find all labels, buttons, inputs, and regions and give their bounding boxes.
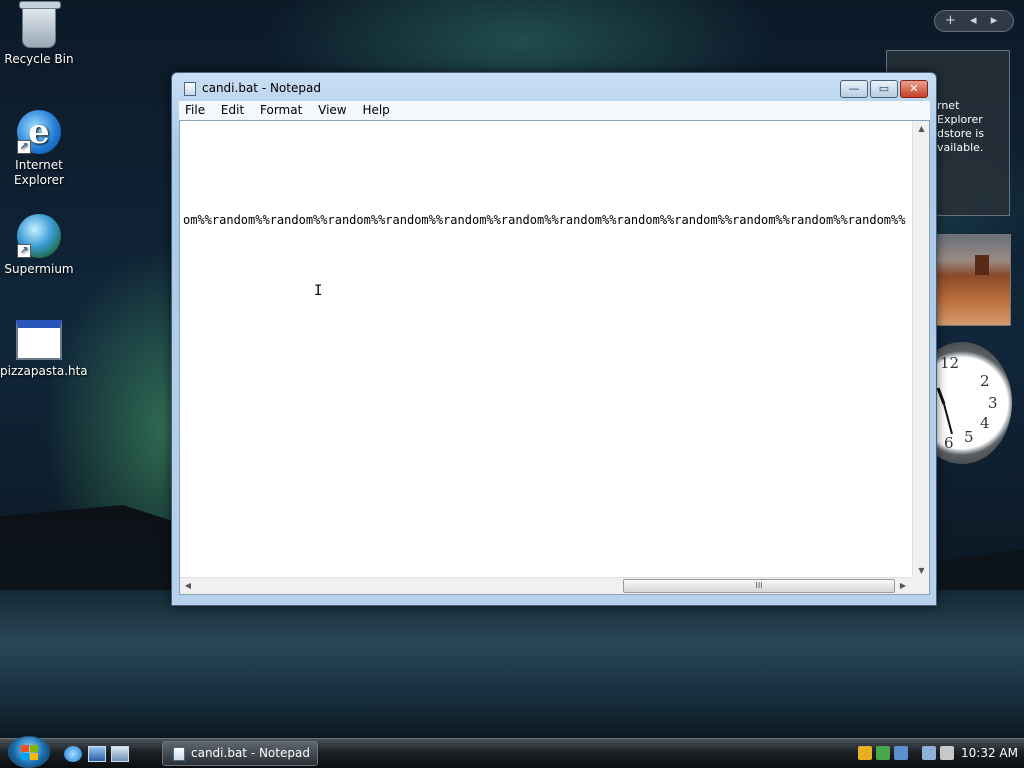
menu-help[interactable]: Help (356, 101, 395, 120)
horizontal-scroll-thumb[interactable]: III (623, 579, 895, 593)
maximize-button[interactable]: ▭ (870, 80, 898, 98)
menu-bar: File Edit Format View Help (179, 101, 930, 120)
scrollbar-corner (912, 577, 929, 594)
editor-text-line: om%%random%%random%%random%%random%%rand… (183, 213, 906, 227)
menu-file[interactable]: File (179, 101, 211, 120)
recycle-bin-icon (19, 1, 61, 48)
menu-edit[interactable]: Edit (215, 101, 250, 120)
desktop-icon-supermium[interactable]: ↗ Supermium (0, 214, 78, 277)
taskbar: candi.bat - Notepad 10:32 AM (0, 738, 1024, 768)
switch-windows-icon[interactable] (111, 746, 129, 762)
minimize-button[interactable]: — (840, 80, 868, 98)
start-button[interactable] (8, 736, 50, 768)
titlebar[interactable]: candi.bat - Notepad — ▭ ✕ (172, 73, 936, 101)
add-gadget-button[interactable]: + (945, 13, 956, 28)
ibeam-cursor-icon: I (314, 283, 323, 299)
desktop-icon-internet-explorer[interactable]: e ↗ Internet Explorer (0, 110, 78, 188)
desktop-icon-label: Supermium (4, 262, 74, 276)
desktop-icon-label: pizzapasta.hta (0, 364, 88, 378)
desktop-icon-label: Internet Explorer (14, 158, 64, 187)
menu-view[interactable]: View (312, 101, 352, 120)
close-button[interactable]: ✕ (900, 80, 928, 98)
wallpaper-lake (0, 590, 1024, 740)
scroll-right-arrow-icon[interactable]: ▶ (895, 578, 911, 594)
vertical-scrollbar[interactable]: ▲ ▼ (912, 121, 929, 579)
desktop-icon-recycle-bin[interactable]: Recycle Bin (0, 1, 78, 67)
update-shield-icon[interactable] (876, 746, 890, 760)
next-page-button[interactable]: ▸ (991, 13, 998, 28)
security-alert-icon[interactable] (858, 746, 872, 760)
notepad-icon (184, 82, 196, 96)
scroll-left-arrow-icon[interactable]: ◀ (180, 578, 196, 594)
supermium-icon: ↗ (17, 214, 61, 258)
windows-logo-icon (21, 745, 39, 761)
text-editor-area[interactable]: om%%random%%random%%random%%random%%rand… (179, 120, 930, 595)
horizontal-scrollbar[interactable]: ◀ III ▶ (180, 577, 913, 594)
previous-page-button[interactable]: ◂ (970, 13, 977, 28)
hta-application-icon (16, 320, 62, 360)
taskbar-clock[interactable]: 10:32 AM (961, 746, 1018, 760)
network-connection-icon[interactable] (922, 746, 936, 760)
desktop-icon-pizzapasta-hta[interactable]: pizzapasta.hta (0, 320, 88, 379)
feed-headline-text: rnet Explorer dstore is vailable. (937, 99, 985, 154)
quick-launch-ie-icon[interactable] (64, 746, 82, 762)
network-status-icon[interactable] (894, 746, 908, 760)
internet-explorer-icon: e ↗ (17, 110, 61, 154)
desktop-icon-label: Recycle Bin (4, 52, 74, 66)
shortcut-arrow-icon: ↗ (17, 244, 31, 258)
window-title: candi.bat - Notepad (202, 81, 321, 95)
menu-format[interactable]: Format (254, 101, 308, 120)
scroll-up-arrow-icon[interactable]: ▲ (913, 121, 929, 137)
show-desktop-icon[interactable] (88, 746, 106, 762)
volume-muted-icon[interactable] (940, 746, 954, 760)
taskbar-button-label: candi.bat - Notepad (191, 746, 310, 760)
sidebar-controls[interactable]: + ◂ ▸ (934, 10, 1014, 32)
notepad-icon (173, 747, 185, 761)
shortcut-arrow-icon: ↗ (17, 140, 31, 154)
slideshow-gadget[interactable] (936, 234, 1011, 326)
notepad-window[interactable]: candi.bat - Notepad — ▭ ✕ File Edit Form… (171, 72, 937, 606)
taskbar-button-notepad[interactable]: candi.bat - Notepad (162, 741, 318, 766)
